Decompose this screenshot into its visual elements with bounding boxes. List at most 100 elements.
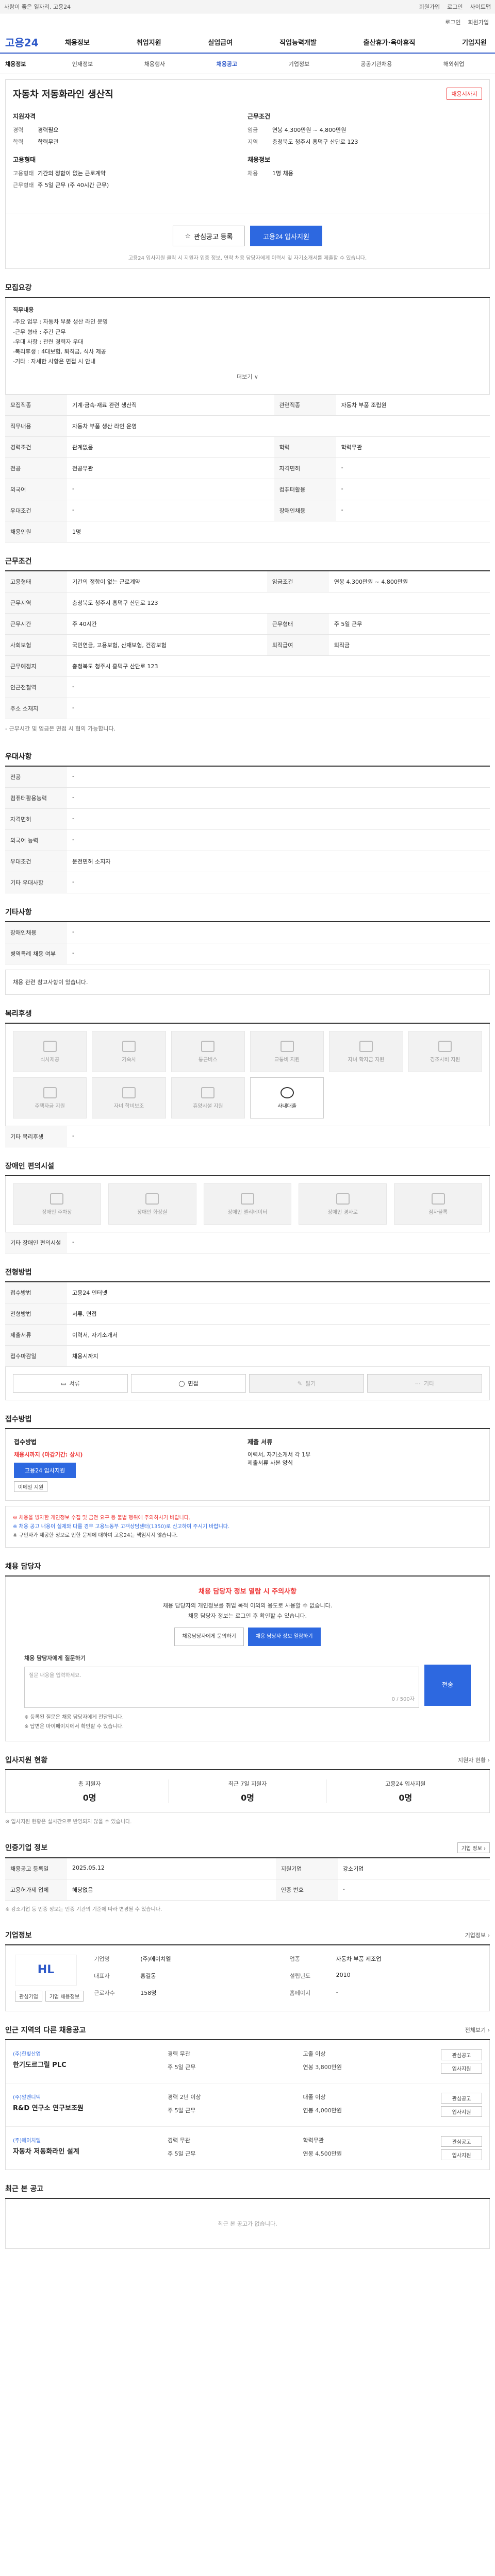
row-value: -: [67, 872, 490, 893]
row-value: 운전면허 소지자: [67, 851, 490, 872]
related-posting[interactable]: (주)에이치엘 자동차 저동화라인 설계 경력 무관 학력무관 주 5일 근무 연봉 4,…: [6, 2127, 489, 2170]
job-title: 자동차 저동화라인 생산직: [13, 89, 113, 100]
row-value: 서류, 면접: [67, 1303, 490, 1325]
related-tag: 주 5일 근무: [168, 2150, 196, 2157]
related-save-button[interactable]: 관심공고: [441, 2092, 482, 2104]
related-posting[interactable]: (주)한빛산업 한기도르그릴 PLC 경력 무관 고졸 이상 주 5일 근무 연봉 3,8…: [6, 2040, 489, 2083]
related-left: (주)한빛산업한기도르그릴 PLC: [13, 2049, 168, 2074]
related-save-button[interactable]: 관심공고: [441, 2136, 482, 2147]
row-value: 퇴직금: [328, 634, 490, 656]
related-link[interactable]: 전체보기 ›: [465, 2026, 490, 2034]
table-row: 경력조건 관계없음 학력 학력무관: [5, 436, 490, 458]
company-jobs-button[interactable]: 기업 채용정보: [45, 1990, 84, 2002]
related-posting[interactable]: (주)알앤디텍 R&D 연구소 연구보조원 경력 2년 이상 대졸 이상 주 5일 근무…: [6, 2083, 489, 2127]
accessibility-icon: [240, 1193, 254, 1205]
gnb-item-training[interactable]: 직업능력개발: [276, 37, 320, 47]
related-apply-button[interactable]: 입사지원: [441, 2149, 482, 2160]
stats-link[interactable]: 지원자 현황 ›: [458, 1756, 490, 1764]
site-logo[interactable]: 고용24: [5, 35, 62, 49]
contact-view-button[interactable]: 채용 담당자 정보 열람하기: [248, 1627, 321, 1646]
related-title-text[interactable]: R&D 연구소 연구보조원: [13, 2103, 168, 2112]
gnb-item-company[interactable]: 기업지원: [459, 37, 490, 47]
certification-section: 인증기업 정보 기업 정보 › 채용공고 등록일 2025.05.12 지원기업 강소…: [5, 1842, 490, 1917]
certification-title: 인증기업 정보: [5, 1844, 48, 1853]
related-tag: 경력 무관: [168, 2137, 190, 2144]
selection-section: 전형방법 접수방법 고용24 인터넷 전형방법 서류, 면접 제출서류 이력서, 자기소개…: [5, 1267, 490, 1400]
welfare-item: 휴양시설 지원: [171, 1077, 245, 1118]
contact-line: 채용 담당자 정보는 로그인 후 확인할 수 있습니다.: [188, 1613, 307, 1620]
welfare-item: 주택자금 지원: [13, 1077, 87, 1118]
person-icon: ◯: [178, 1380, 185, 1387]
signup-link[interactable]: 회원가입: [468, 18, 489, 26]
related-save-button[interactable]: 관심공고: [441, 2049, 482, 2060]
save-posting-label: 관심공고 등록: [194, 232, 233, 241]
related-title-text[interactable]: 자동차 저동화라인 설계: [13, 2146, 168, 2156]
related-apply-button[interactable]: 입사지원: [441, 2062, 482, 2074]
warning-box: ※ 채용을 빙자한 개인정보 수집 및 금전 요구 등 불법 행위에 주의하시기…: [5, 1506, 490, 1548]
company-value: 홍길동: [140, 1972, 156, 1979]
welfare-label: 식사제공: [40, 1057, 60, 1063]
row-label: 컴퓨터활용: [274, 479, 336, 500]
row-label: 관련직종: [274, 394, 336, 416]
stats-title: 입사지원 현황: [5, 1756, 48, 1765]
subnav-item-public[interactable]: 공공기관채용: [361, 60, 392, 68]
welfare-item: 기숙사: [92, 1031, 166, 1072]
duty-box: 직무내용 -주요 업무 : 자동차 부품 생산 라인 운영 -근무 형태 : 주…: [5, 298, 490, 395]
subnav-item-companies[interactable]: 기업정보: [289, 60, 309, 68]
top-link-login[interactable]: 로그인: [447, 3, 463, 11]
table-row: 전형방법 서류, 면접: [5, 1303, 490, 1325]
company-link[interactable]: 기업정보 ›: [465, 1931, 490, 1939]
more-button[interactable]: 더보기 ∨: [13, 367, 482, 387]
contact-inquiry-button[interactable]: 채용담당자에게 문의하기: [174, 1627, 244, 1646]
gnb-item-benefits[interactable]: 실업급여: [205, 37, 236, 47]
related-company[interactable]: (주)에이치엘: [13, 2136, 168, 2144]
stat-label: 총 지원자: [78, 1780, 101, 1787]
row-label: 인증 번호: [275, 1879, 338, 1901]
subnav-item-overseas[interactable]: 해외취업: [443, 60, 464, 68]
table-row: 채용인원 1명: [5, 521, 490, 543]
disability-label: 장애인 엘리베이터: [227, 1209, 268, 1215]
duty-title: 모집요강: [5, 282, 490, 298]
table-row: 모집직종 기계·금속·재료 관련 생산직 관련직종 자동차 부품 조립원: [5, 394, 490, 416]
subnav-item-postings[interactable]: 채용공고: [217, 60, 237, 68]
apply-button[interactable]: 고용24 입사지원: [250, 226, 322, 246]
row-label: 고용형태: [5, 571, 67, 592]
login-link[interactable]: 로그인: [445, 18, 460, 26]
row-value: 강소기업: [337, 1858, 490, 1879]
qa-submit-button[interactable]: 전송: [424, 1664, 471, 1706]
welfare-label: 자녀 학자금 지원: [348, 1057, 385, 1063]
table-row: 주소 소재지 -: [5, 698, 490, 719]
subnav-item-talent[interactable]: 인재정보: [72, 60, 93, 68]
pencil-icon: ✎: [297, 1380, 302, 1387]
table-row: 컴퓨터활용능력 -: [5, 787, 490, 809]
stat-recent: 최근 7일 지원자 0명: [169, 1779, 327, 1803]
related-company[interactable]: (주)알앤디텍: [13, 2093, 168, 2100]
gnb-item-support[interactable]: 취업지원: [134, 37, 164, 47]
apply-email-button[interactable]: 이메일 지원: [14, 1481, 48, 1492]
related-company[interactable]: (주)한빛산업: [13, 2049, 168, 2057]
qa-textarea[interactable]: 질문 내용을 입력하세요. 0 / 500자: [24, 1666, 419, 1708]
certification-link[interactable]: 기업 정보 ›: [457, 1842, 490, 1853]
row-label: 병역특례 채용 여부: [5, 943, 67, 964]
disability-etc-value: -: [67, 1232, 490, 1253]
gnb-item-jobs[interactable]: 채용정보: [62, 37, 93, 47]
row-label: 접수마감일: [5, 1345, 67, 1367]
recent-title: 최근 본 공고: [5, 2183, 490, 2199]
top-link-signup[interactable]: 회원가입: [419, 3, 440, 11]
subnav-item-events[interactable]: 채용행사: [144, 60, 165, 68]
kv-value: 주 5일 근무 (주 40시간 근무): [38, 182, 109, 189]
gnb-item-leave[interactable]: 출산휴가·육아휴직: [360, 37, 419, 47]
row-value: 주 5일 근무: [328, 613, 490, 635]
row-value: 해당없음: [67, 1879, 276, 1901]
top-link-sitemap[interactable]: 사이트맵: [470, 3, 491, 11]
prefer-title: 우대사항: [5, 751, 490, 767]
welfare-label: 교통비 지원: [274, 1057, 300, 1063]
related-apply-button[interactable]: 입사지원: [441, 2106, 482, 2117]
follow-company-button[interactable]: 관심기업: [15, 1990, 42, 2002]
apply-online-button[interactable]: 고용24 입사지원: [14, 1463, 76, 1478]
related-title-text[interactable]: 한기도르그릴 PLC: [13, 2059, 168, 2069]
step-label: 면접: [188, 1380, 199, 1387]
company-key: 기업명: [94, 1955, 110, 1962]
table-row: 전공 -: [5, 766, 490, 788]
save-posting-button[interactable]: ☆ 관심공고 등록: [173, 226, 245, 246]
